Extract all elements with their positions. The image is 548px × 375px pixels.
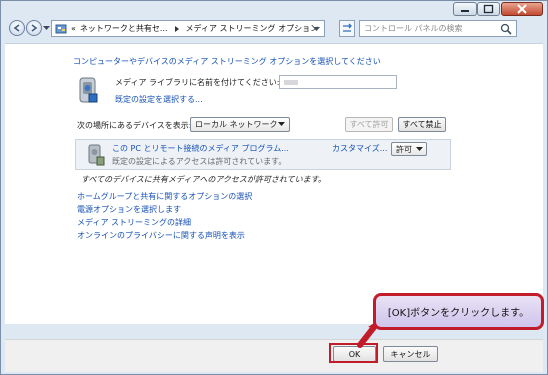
ok-button-highlight bbox=[329, 343, 378, 363]
callout-text: [OK]ボタンをクリックします。 bbox=[387, 308, 530, 319]
instruction-callout: [OK]ボタンをクリックします。 bbox=[373, 293, 544, 330]
